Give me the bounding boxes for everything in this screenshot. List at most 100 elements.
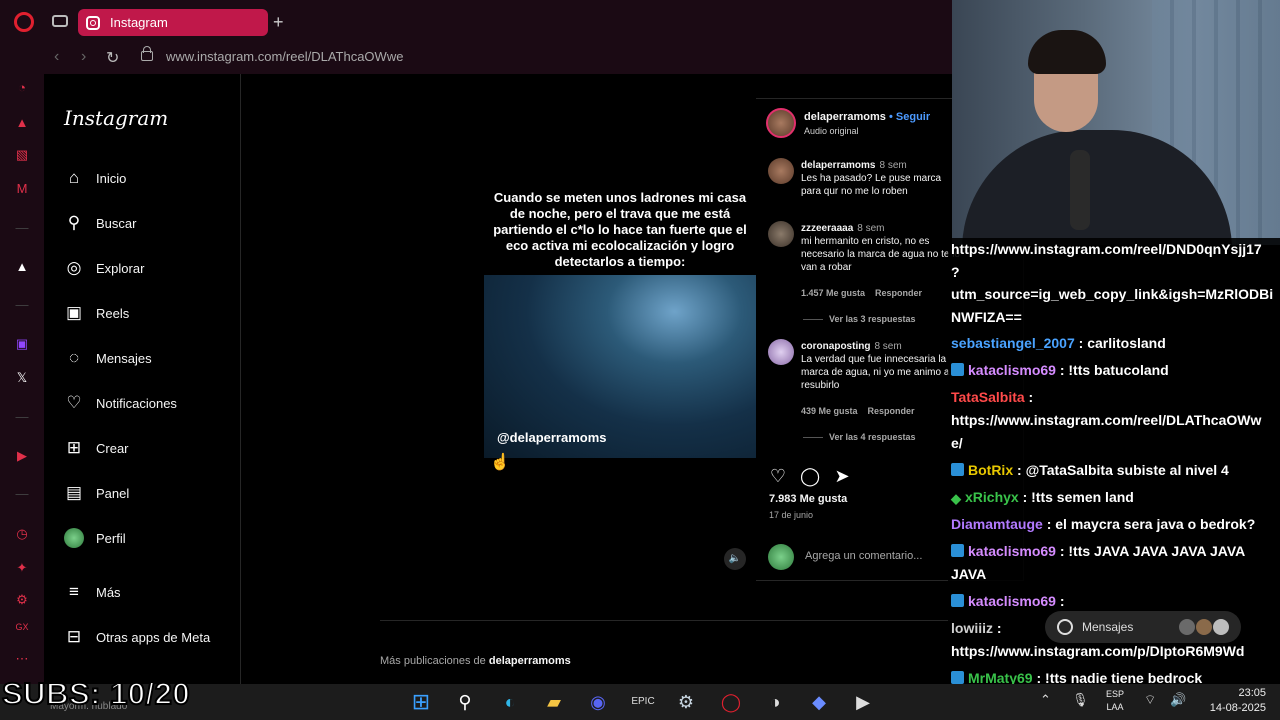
keyboard-language[interactable]: ESP LAA	[1106, 688, 1124, 714]
wifi-icon[interactable]: ⌔	[1144, 692, 1156, 708]
webcam-microphone	[1070, 150, 1090, 230]
mute-button[interactable]: 🔈	[724, 548, 746, 570]
reply-button[interactable]: Responder	[875, 288, 922, 298]
instagram-logo[interactable]: Instagram	[64, 106, 168, 130]
gx-control-icon[interactable]: GX	[14, 619, 30, 635]
lang-bottom: LAA	[1106, 702, 1124, 712]
forward-button[interactable]: ›	[81, 48, 86, 66]
post-author-avatar[interactable]	[766, 108, 796, 138]
obs-icon[interactable]: ◑	[762, 689, 788, 715]
share-send-icon[interactable]: ➤	[832, 466, 852, 487]
comment-user[interactable]: zzzeeraaaa	[801, 223, 853, 234]
comment-likes[interactable]: 439 Me gusta	[801, 406, 858, 416]
nav-item-inicio[interactable]: ⌂ Inicio	[64, 166, 127, 190]
x-icon[interactable]: 𝕏	[14, 370, 30, 386]
chat-line: e/	[951, 435, 963, 451]
aria-icon[interactable]: ▲	[14, 259, 30, 275]
url-field[interactable]: www.instagram.com/reel/DLAThcaOWwe	[166, 49, 403, 64]
chat-line: https://www.instagram.com/reel/DLAThcaOW…	[951, 412, 1262, 428]
nav-item-reels[interactable]: ▣ Reels	[64, 301, 129, 325]
more-posts-user[interactable]: delaperramoms	[489, 655, 571, 667]
nav-item-perfil[interactable]: Perfil	[64, 526, 126, 550]
microphone-icon[interactable]: 🎙	[1072, 692, 1089, 708]
nav-item-crear[interactable]: ⊞ Crear	[64, 436, 129, 460]
follow-button[interactable]: • Seguir	[889, 111, 930, 123]
app-diamond-icon[interactable]: ◆	[806, 689, 832, 715]
search-icon[interactable]: ⚲	[452, 689, 478, 715]
opera-gx-icon[interactable]: ◯	[718, 689, 744, 715]
lock-icon[interactable]	[141, 46, 153, 61]
chat-username[interactable]: lowiiiz	[951, 620, 993, 636]
chat-username[interactable]: BotRix	[968, 462, 1013, 478]
back-button[interactable]: ‹	[54, 48, 59, 66]
comment-user[interactable]: coronaposting	[801, 341, 870, 352]
nav-item-explorar[interactable]: ◎ Explorar	[64, 256, 145, 280]
media-player-icon[interactable]: ▶	[850, 689, 876, 715]
nav-item-notificaciones[interactable]: ♡ Notificaciones	[64, 391, 177, 415]
windows-start-icon[interactable]: ⊞	[408, 689, 434, 715]
tab-island-icon[interactable]	[52, 15, 68, 27]
nav-item-mas[interactable]: ≡ Más	[64, 580, 121, 604]
workspace-icon[interactable]: ▧	[14, 147, 30, 163]
tab-instagram[interactable]: Instagram	[78, 9, 268, 36]
comment-avatar[interactable]	[768, 158, 794, 184]
comment-input[interactable]: Agrega un comentario...	[805, 550, 922, 562]
chat-line: TataSalbita :	[951, 386, 1277, 409]
chat-username[interactable]: kataclismo69	[968, 362, 1056, 378]
comment-avatar[interactable]	[768, 339, 794, 365]
chat-line: utm_source=ig_web_copy_link&igsh=MzRlODB…	[951, 286, 1274, 302]
chat-username[interactable]: sebastiangel_2007	[951, 335, 1075, 351]
volume-icon[interactable]: 🔊	[1170, 692, 1186, 708]
chat-line: kataclismo69 : !tts batucoland	[951, 359, 1277, 382]
reload-button[interactable]: ↻	[106, 48, 119, 68]
comment-likes[interactable]: 1.457 Me gusta	[801, 288, 865, 298]
comment-user[interactable]: delaperramoms	[801, 160, 875, 171]
player-icon[interactable]: ▶	[14, 448, 30, 464]
comment-time: 8 sem	[879, 160, 907, 171]
webcam-overlay	[952, 0, 1280, 245]
likes-count[interactable]: 7.983 Me gusta	[769, 493, 847, 505]
steam-icon[interactable]: ⚙	[673, 689, 699, 715]
view-replies-button[interactable]: Ver las 4 respuestas	[803, 432, 916, 442]
discord-icon[interactable]: ◉	[585, 689, 611, 715]
tray-chevron-up-icon[interactable]: ⌃	[1040, 692, 1051, 708]
more-options-icon[interactable]: ⋯	[14, 651, 30, 667]
twitch-icon[interactable]: ▣	[14, 336, 30, 352]
audio-label[interactable]: Audio original	[804, 126, 859, 136]
chat-username[interactable]: Diamamtauge	[951, 516, 1043, 532]
nav-label: Buscar	[96, 215, 137, 231]
epic-games-icon[interactable]: EPIC	[630, 689, 656, 715]
speed-dial-icon[interactable]: ◔	[14, 80, 30, 96]
file-explorer-icon[interactable]: ▰	[541, 689, 567, 715]
view-replies-button[interactable]: Ver las 3 respuestas	[803, 314, 916, 324]
nav-item-otras-apps[interactable]: ⊟ Otras apps de Meta	[64, 625, 210, 649]
nav-label: Crear	[96, 440, 129, 456]
history-icon[interactable]: ◷	[14, 526, 30, 542]
nav-label: Panel	[96, 485, 130, 501]
comment-meta: 1.457 Me gusta Responder	[801, 288, 922, 298]
chat-username[interactable]: xRichyx	[965, 489, 1019, 505]
comment-avatar[interactable]	[768, 221, 794, 247]
extensions-icon[interactable]: ✦	[14, 560, 30, 576]
chat-username[interactable]: kataclismo69	[968, 593, 1056, 609]
reels-icon: ▣	[65, 303, 83, 322]
chat-username[interactable]: kataclismo69	[968, 543, 1056, 559]
comment-bubble-icon[interactable]: ◯	[800, 466, 820, 487]
home-icon: ⌂	[68, 168, 80, 187]
new-tab-button[interactable]: +	[273, 12, 284, 33]
post-author-username[interactable]: delaperramoms	[804, 111, 886, 123]
clock[interactable]: 23:05 14-08-2025	[1196, 686, 1266, 716]
edge-icon[interactable]: ◐	[497, 689, 523, 715]
chat-username[interactable]: TataSalbita	[951, 389, 1025, 405]
nav-item-mensajes[interactable]: ◌ Mensajes	[64, 346, 152, 370]
avatar	[1195, 618, 1213, 636]
like-heart-icon[interactable]: ♡	[768, 466, 788, 487]
opera-logo-icon[interactable]	[14, 12, 34, 32]
nav-item-buscar[interactable]: ⚲ Buscar	[64, 211, 137, 235]
nav-item-panel[interactable]: ▤ Panel	[64, 481, 129, 505]
reply-button[interactable]: Responder	[868, 406, 915, 416]
settings-icon[interactable]: ⚙	[14, 592, 30, 608]
gx-corner-icon[interactable]: ▲	[14, 115, 30, 131]
nav-label: Explorar	[96, 260, 145, 276]
mail-icon[interactable]: M	[14, 181, 30, 197]
